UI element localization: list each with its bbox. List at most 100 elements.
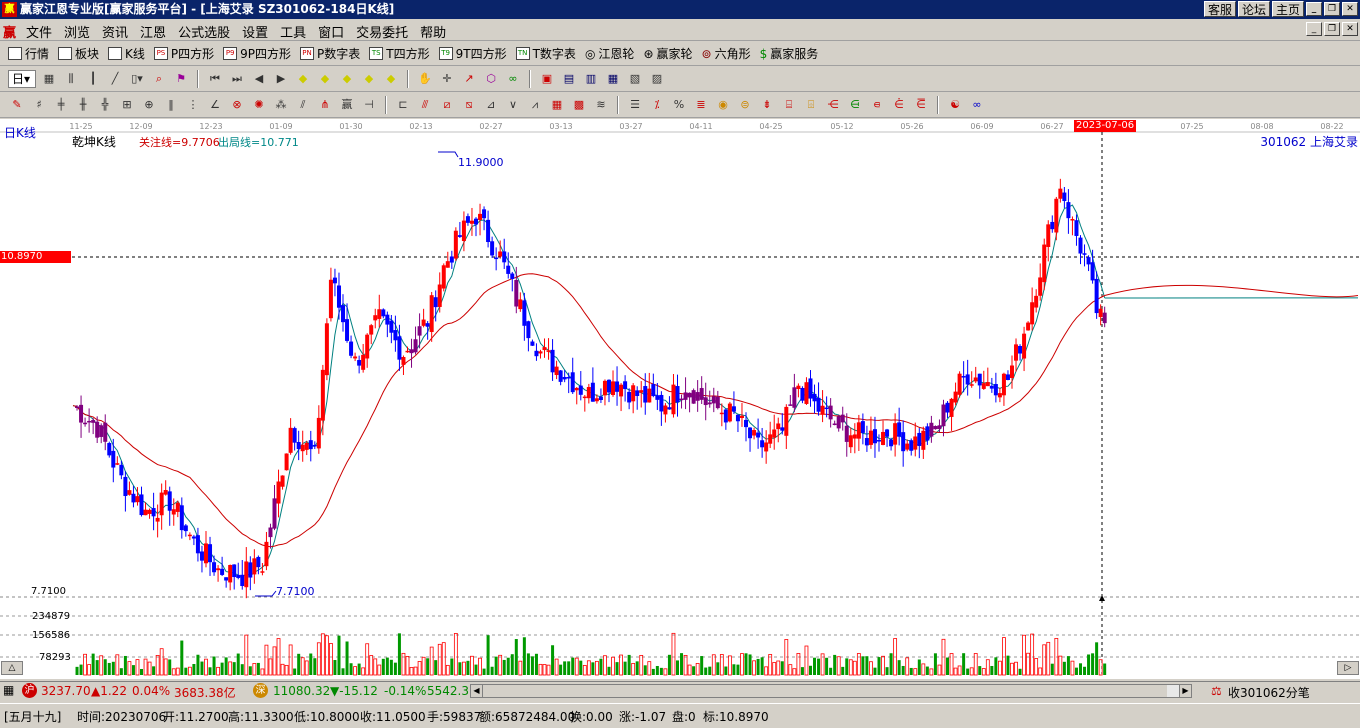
- fan-lines-5-icon[interactable]: ⋶: [912, 97, 930, 113]
- gann-fan-icon[interactable]: ╪: [52, 97, 70, 113]
- scroll-up-icon[interactable]: △: [1, 661, 23, 675]
- table-view-icon[interactable]: ▤: [560, 71, 578, 87]
- slope-icon[interactable]: ⊿: [482, 97, 500, 113]
- ruler-icon[interactable]: ⊣: [360, 97, 378, 113]
- candle-style-icon[interactable]: ⫼: [62, 71, 80, 87]
- fan-lines-icon[interactable]: ⋲: [824, 97, 842, 113]
- shape-icon[interactable]: ⬡: [482, 71, 500, 87]
- tool-9t-square[interactable]: T9 9T四方形: [438, 45, 507, 62]
- fan-3-icon[interactable]: ⧅: [460, 97, 478, 113]
- fib-icon[interactable]: ≣: [692, 97, 710, 113]
- diamond-4-icon[interactable]: ◆: [360, 71, 378, 87]
- first-icon[interactable]: ⏮: [206, 71, 224, 87]
- percent-slash-icon[interactable]: ⁒: [648, 97, 666, 113]
- winner-icon[interactable]: 赢: [338, 97, 356, 113]
- tool-kline[interactable]: K线: [108, 45, 145, 62]
- stair-2-icon[interactable]: ⌹: [802, 97, 820, 113]
- parallel-icon[interactable]: ≋: [592, 97, 610, 113]
- star-icon[interactable]: ✺: [250, 97, 268, 113]
- fan-2-icon[interactable]: ⧄: [438, 97, 456, 113]
- infinity-icon[interactable]: ∞: [968, 97, 986, 113]
- print-icon[interactable]: ▧: [626, 71, 644, 87]
- fan-icon[interactable]: ⫻: [416, 97, 434, 113]
- stair-icon[interactable]: ⌸: [780, 97, 798, 113]
- tool-p-table[interactable]: PN P数字表: [300, 45, 360, 62]
- close-icon[interactable]: ✕: [1342, 2, 1358, 16]
- scroll-left-icon[interactable]: ◀: [471, 685, 483, 697]
- link-icon[interactable]: ∞: [504, 71, 522, 87]
- menu-file[interactable]: 文件: [26, 22, 52, 41]
- menu-gann[interactable]: 江恩: [140, 22, 166, 41]
- tool-p-square[interactable]: PS P四方形: [153, 45, 214, 62]
- sheet-icon[interactable]: ▥: [582, 71, 600, 87]
- gann-grid-icon[interactable]: ╫: [74, 97, 92, 113]
- calendar-icon[interactable]: ▣: [538, 71, 556, 87]
- box-grid-2-icon[interactable]: ▩: [570, 97, 588, 113]
- prev-icon[interactable]: ◀: [250, 71, 268, 87]
- tick-detail-label[interactable]: 收301062分笔: [1228, 684, 1310, 701]
- gann-lines-icon[interactable]: ╬: [96, 97, 114, 113]
- kline-svg[interactable]: 11-25 12-09 12-23 01-09 01-30 02-13 02-27 03-13…: [0, 119, 1360, 679]
- circle-grid-icon[interactable]: ⊕: [140, 97, 158, 113]
- channel-icon[interactable]: ⫽: [294, 97, 312, 113]
- yinyang-icon[interactable]: ☯: [946, 97, 964, 113]
- menu-settings[interactable]: 设置: [242, 22, 268, 41]
- crosshair-icon[interactable]: ✛: [438, 71, 456, 87]
- customer-service-link[interactable]: 客服: [1203, 1, 1236, 17]
- frame-icon[interactable]: ⊏: [394, 97, 412, 113]
- forum-link[interactable]: 论坛: [1237, 1, 1270, 17]
- save-icon[interactable]: ▦: [604, 71, 622, 87]
- fan-lines-2-icon[interactable]: ⋳: [846, 97, 864, 113]
- fork-icon[interactable]: ⋔: [316, 97, 334, 113]
- arrow-levels-icon[interactable]: ⇟: [758, 97, 776, 113]
- next-icon[interactable]: ▶: [272, 71, 290, 87]
- kline-chart[interactable]: 11-25 12-09 12-23 01-09 01-30 02-13 02-27 03-13…: [0, 119, 1360, 679]
- export-icon[interactable]: ▨: [648, 71, 666, 87]
- chart-type-icon[interactable]: ▦: [40, 71, 58, 87]
- menu-trade[interactable]: 交易委托: [356, 22, 408, 41]
- horizontal-scrollbar[interactable]: ◀ ▶: [470, 684, 1192, 698]
- angle-icon[interactable]: ∠: [206, 97, 224, 113]
- line-style-icon[interactable]: ╱: [106, 71, 124, 87]
- tool-blocks[interactable]: 板块: [58, 45, 99, 62]
- cycle-icon[interactable]: ⋮: [184, 97, 202, 113]
- coin-lines-icon[interactable]: ⊜: [736, 97, 754, 113]
- tool-gann-wheel[interactable]: ◎ 江恩轮: [585, 45, 635, 62]
- tool-quotes[interactable]: 行情: [8, 45, 49, 62]
- fan-lines-4-icon[interactable]: ⋵: [890, 97, 908, 113]
- hand-icon[interactable]: ✋: [416, 71, 434, 87]
- wave-icon[interactable]: ∨: [504, 97, 522, 113]
- menu-news[interactable]: 资讯: [102, 22, 128, 41]
- tool-t-table[interactable]: TN T数字表: [515, 45, 576, 62]
- minimize-icon[interactable]: _: [1306, 2, 1322, 16]
- spiral-icon[interactable]: ⊗: [228, 97, 246, 113]
- tool-hexagon[interactable]: ⊚ 六角形: [702, 45, 751, 62]
- pen-icon[interactable]: ✎: [8, 97, 26, 113]
- web-icon[interactable]: ⁂: [272, 97, 290, 113]
- period-select[interactable]: 日▾: [8, 70, 36, 88]
- scroll-right-icon[interactable]: ▷: [1337, 661, 1359, 675]
- grid-icon[interactable]: ♯: [30, 97, 48, 113]
- bars-icon[interactable]: ‖: [162, 97, 180, 113]
- magnifier-icon[interactable]: ⌕: [150, 71, 168, 87]
- box-grid-icon[interactable]: ▦: [548, 97, 566, 113]
- bar-style-icon[interactable]: ┃: [84, 71, 102, 87]
- mdi-close-icon[interactable]: ✕: [1342, 22, 1358, 36]
- restore-icon[interactable]: ❐: [1324, 2, 1340, 16]
- last-icon[interactable]: ⏭: [228, 71, 246, 87]
- diamond-3-icon[interactable]: ◆: [338, 71, 356, 87]
- tool-t-square[interactable]: TS T四方形: [369, 45, 430, 62]
- zigzag-icon[interactable]: ⩘: [526, 97, 544, 113]
- menu-help[interactable]: 帮助: [420, 22, 446, 41]
- menu-browse[interactable]: 浏览: [64, 22, 90, 41]
- gann-box-icon[interactable]: ⊞: [118, 97, 136, 113]
- fan-lines-3-icon[interactable]: ⋴: [868, 97, 886, 113]
- flag-icon[interactable]: ⚑: [172, 71, 190, 87]
- diamond-2-icon[interactable]: ◆: [316, 71, 334, 87]
- mdi-minimize-icon[interactable]: _: [1306, 22, 1322, 36]
- tool-service[interactable]: $ 赢家服务: [760, 45, 819, 62]
- percent-icon[interactable]: %: [670, 97, 688, 113]
- menu-tools[interactable]: 工具: [280, 22, 306, 41]
- diamond-5-icon[interactable]: ◆: [382, 71, 400, 87]
- coin-icon[interactable]: ◉: [714, 97, 732, 113]
